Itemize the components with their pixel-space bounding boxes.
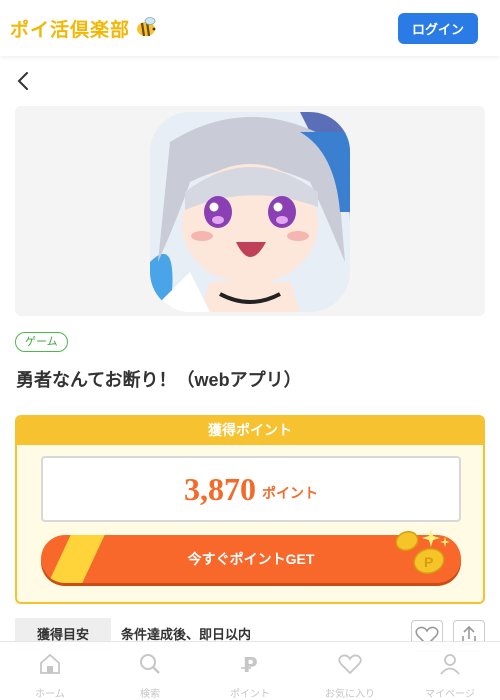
category-tag[interactable]: ゲーム <box>15 332 68 352</box>
nav-home[interactable]: ホーム <box>0 642 100 700</box>
svg-text:P: P <box>424 554 433 570</box>
offer-title: 勇者なんてお断り！（webアプリ） <box>16 370 302 390</box>
bee-icon <box>134 16 158 42</box>
coins-icon: P <box>395 529 450 574</box>
nav-home-label: ホーム <box>35 689 65 700</box>
nav-mypage[interactable]: マイページ <box>400 642 500 700</box>
app-icon-image <box>150 112 350 312</box>
points-value-box: 3,870 ポイント <box>41 456 461 522</box>
points-panel: 獲得ポイント 3,870 ポイント 今すぐポイントGET P <box>15 415 485 604</box>
points-heading: 獲得ポイント <box>17 417 483 445</box>
user-icon <box>440 654 460 675</box>
points-unit: ポイント <box>262 486 318 502</box>
point-icon: P <box>241 653 258 677</box>
nav-favorites-label: お気に入り <box>325 689 375 700</box>
site-logo[interactable]: ポイ活倶楽部 <box>10 15 158 42</box>
home-icon <box>40 653 60 674</box>
chevron-left-icon <box>17 72 28 90</box>
points-value: 3,870 <box>184 470 256 507</box>
nav-points-label: ポイント <box>230 689 270 700</box>
heart-icon <box>338 654 362 675</box>
nav-search-label: 検索 <box>140 689 160 700</box>
bottom-nav: ホーム 検索 P ポイント お気に入り マイページ <box>0 641 500 700</box>
nav-favorites[interactable]: お気に入り <box>300 642 400 700</box>
logo-text: ポイ活倶楽部 <box>10 19 131 41</box>
app-header: ポイ活倶楽部 ログイン <box>0 0 500 56</box>
nav-search[interactable]: 検索 <box>100 642 200 700</box>
nav-mypage-label: マイページ <box>425 689 475 700</box>
app-hero <box>15 106 485 316</box>
nav-points[interactable]: P ポイント <box>200 642 300 700</box>
search-icon <box>140 654 160 674</box>
back-button[interactable] <box>14 70 34 92</box>
svg-text:P: P <box>243 653 258 677</box>
login-button[interactable]: ログイン <box>398 13 478 44</box>
